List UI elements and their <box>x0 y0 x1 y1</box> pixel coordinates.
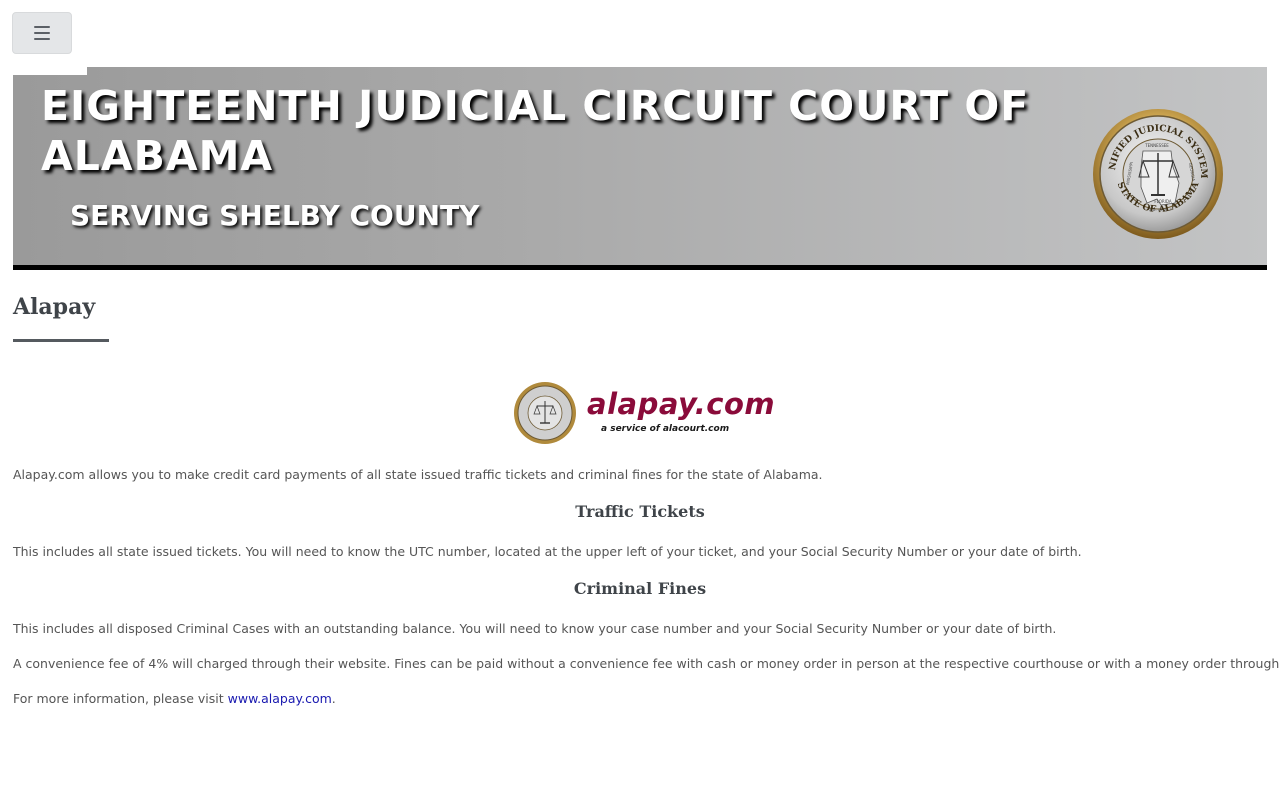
site-title: EIGHTEENTH JUDICIAL CIRCUIT COURT OF ALA… <box>41 82 1030 180</box>
criminal-fines-paragraph: This includes all disposed Criminal Case… <box>13 621 1057 636</box>
traffic-tickets-paragraph: This includes all state issued tickets. … <box>13 544 1082 559</box>
convenience-fee-paragraph: A convenience fee of 4% will charged thr… <box>13 656 1280 671</box>
more-info-paragraph: For more information, please visit www.a… <box>13 691 336 706</box>
site-banner: EIGHTEENTH JUDICIAL CIRCUIT COURT OF ALA… <box>13 67 1267 270</box>
svg-text:A.D. 1973: A.D. 1973 <box>1149 208 1166 212</box>
menu-toggle-button[interactable] <box>12 12 72 54</box>
alapay-website-link[interactable]: www.alapay.com <box>228 691 332 706</box>
alapay-logo: alapay.com a service of alacourt.com <box>513 381 783 447</box>
alapay-logo-tagline: a service of alacourt.com <box>601 424 730 434</box>
intro-paragraph: Alapay.com allows you to make credit car… <box>13 467 823 482</box>
page-title: Alapay <box>13 294 96 320</box>
hamburger-menu-icon <box>34 26 50 40</box>
unified-judicial-system-seal: UNIFIED JUDICIAL SYSTEM STATE OF ALABAMA… <box>1091 107 1223 239</box>
site-subtitle: SERVING SHELBY COUNTY <box>70 199 480 232</box>
heading-underline <box>13 339 109 342</box>
svg-text:TENNESSEE: TENNESSEE <box>1144 143 1169 148</box>
alapay-logo-text: alapay.com <box>587 387 776 421</box>
criminal-fines-heading: Criminal Fines <box>573 579 707 598</box>
alapay-seal-icon <box>514 382 576 444</box>
traffic-tickets-heading: Traffic Tickets <box>575 502 705 521</box>
svg-text:FLORIDA: FLORIDA <box>1154 199 1172 204</box>
